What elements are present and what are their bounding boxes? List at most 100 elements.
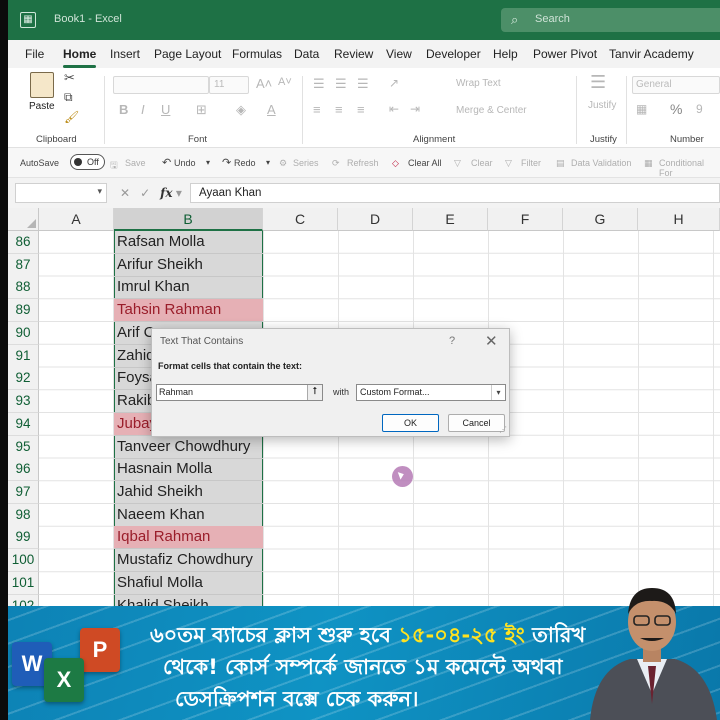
copy-icon[interactable]: ⧉ [64, 90, 73, 105]
tab-view[interactable]: View [386, 47, 412, 61]
paste-button[interactable]: Paste [29, 101, 55, 112]
contains-text-input[interactable]: Rahman [156, 384, 323, 401]
fill-color-icon[interactable]: ◈ [236, 102, 246, 118]
tab-review[interactable]: Review [334, 47, 373, 61]
tab-formulas[interactable]: Formulas [232, 47, 282, 61]
row-header[interactable]: 89 [8, 299, 39, 322]
chevron-down-icon[interactable]: ▾ [97, 186, 102, 197]
tab-tanvir-academy[interactable]: Tanvir Academy [609, 47, 694, 61]
row-header[interactable]: 92 [8, 367, 39, 390]
insert-function-button[interactable]: fx [160, 186, 172, 200]
shrink-font-icon[interactable]: A˅ [278, 76, 292, 88]
align-middle-icon[interactable]: ☰ [335, 76, 347, 92]
row-header[interactable]: 88 [8, 276, 39, 299]
select-all-button[interactable] [8, 208, 39, 231]
tab-insert[interactable]: Insert [110, 47, 140, 61]
grow-font-icon[interactable]: A˄ [256, 76, 272, 91]
column-header-a[interactable]: A [39, 208, 114, 231]
cell-b88[interactable]: Imrul Khan [114, 276, 263, 299]
column-header-c[interactable]: C [263, 208, 338, 231]
row-header[interactable]: 95 [8, 436, 39, 459]
row-header[interactable]: 93 [8, 390, 39, 413]
cell-b96[interactable]: Hasnain Molla [114, 458, 263, 481]
row-header[interactable]: 86 [8, 231, 39, 254]
row-header[interactable]: 96 [8, 458, 39, 481]
row-header[interactable]: 91 [8, 345, 39, 368]
chevron-down-icon[interactable]: ▾ [491, 385, 505, 400]
filter-button[interactable]: Filter [521, 158, 541, 168]
justify-button[interactable]: Justify [588, 100, 616, 111]
row-header[interactable]: 97 [8, 481, 39, 504]
tab-page-layout[interactable]: Page Layout [154, 47, 221, 61]
conditional-format-button[interactable]: Conditional For [659, 158, 720, 178]
row-header[interactable]: 94 [8, 413, 39, 436]
tab-help[interactable]: Help [493, 47, 518, 61]
redo-button[interactable]: Redo [234, 158, 256, 168]
clear-button[interactable]: Clear [471, 158, 493, 168]
close-icon[interactable]: ✕ [485, 332, 498, 350]
font-size-select[interactable]: 11 [209, 76, 249, 94]
merge-center-button[interactable]: Merge & Center [456, 105, 527, 116]
column-header-h[interactable]: H [638, 208, 720, 231]
cell-b98[interactable]: Naeem Khan [114, 504, 263, 527]
chevron-down-icon[interactable]: ▾ [266, 158, 270, 167]
formula-input[interactable]: Ayaan Khan [190, 183, 720, 203]
format-select[interactable]: Custom Format... ▾ [356, 384, 506, 401]
underline-button[interactable]: U [161, 102, 170, 117]
align-right-icon[interactable]: ≡ [357, 102, 365, 117]
number-format-select[interactable]: General [632, 76, 720, 94]
row-header[interactable]: 90 [8, 322, 39, 345]
comma-icon[interactable]: 9 [696, 102, 703, 116]
cell-b89-highlighted[interactable]: Tahsin Rahman [114, 299, 263, 322]
resize-grip-icon[interactable]: ⋰ [499, 425, 507, 434]
cell-b100[interactable]: Mustafiz Chowdhury [114, 549, 263, 572]
chevron-down-icon[interactable]: ▾ [176, 186, 182, 200]
refresh-button[interactable]: Refresh [347, 158, 379, 168]
font-color-icon[interactable]: A [267, 102, 276, 117]
currency-icon[interactable]: ▦ [636, 102, 647, 116]
format-painter-icon[interactable]: 🖌 [64, 110, 79, 124]
tab-home[interactable]: Home [63, 47, 97, 68]
cut-icon[interactable]: ✂ [64, 70, 75, 86]
tab-data[interactable]: Data [294, 47, 319, 61]
italic-button[interactable]: I [141, 102, 145, 117]
indent-icon[interactable]: ⇤ [389, 102, 399, 116]
cell-b99-highlighted[interactable]: Iqbal Rahman [114, 526, 263, 549]
cell-b87[interactable]: Arifur Sheikh [114, 254, 263, 277]
column-header-g[interactable]: G [563, 208, 638, 231]
orientation-icon[interactable]: ↗ [389, 76, 399, 90]
cancel-icon[interactable]: ✕ [120, 186, 130, 200]
row-header[interactable]: 98 [8, 504, 39, 527]
cell-b97[interactable]: Jahid Sheikh [114, 481, 263, 504]
autosave-toggle[interactable]: Off [70, 154, 105, 170]
bold-button[interactable]: B [119, 102, 128, 117]
column-header-d[interactable]: D [338, 208, 413, 231]
tab-power-pivot[interactable]: Power Pivot [533, 47, 597, 61]
borders-icon[interactable]: ⊞ [196, 102, 207, 118]
enter-icon[interactable]: ✓ [140, 186, 150, 200]
chevron-down-icon[interactable]: ▾ [206, 158, 210, 167]
cancel-button[interactable]: Cancel [448, 414, 505, 432]
cell-b101[interactable]: Shafiul Molla [114, 572, 263, 595]
collapse-dialog-icon[interactable]: ⭡ [307, 385, 322, 400]
tab-file[interactable]: File [25, 47, 44, 61]
column-header-b[interactable]: B [114, 208, 263, 231]
help-button[interactable]: ? [449, 335, 455, 347]
row-header[interactable]: 99 [8, 526, 39, 549]
series-button[interactable]: Series [293, 158, 319, 168]
cell-b86[interactable]: Rafsan Molla [114, 231, 263, 254]
column-header-e[interactable]: E [413, 208, 488, 231]
name-box[interactable]: ▾ [15, 183, 107, 203]
save-button[interactable]: Save [125, 158, 146, 168]
wrap-text-button[interactable]: Wrap Text [456, 78, 501, 89]
search-box[interactable]: ⌕ Search [501, 8, 720, 32]
row-header[interactable]: 101 [8, 572, 39, 595]
font-name-select[interactable] [113, 76, 209, 94]
clear-all-button[interactable]: Clear All [408, 158, 442, 168]
row-header[interactable]: 100 [8, 549, 39, 572]
row-header[interactable]: 87 [8, 254, 39, 277]
undo-button[interactable]: Undo [174, 158, 196, 168]
outdent-icon[interactable]: ⇥ [410, 102, 420, 116]
ok-button[interactable]: OK [382, 414, 439, 432]
column-header-f[interactable]: F [488, 208, 563, 231]
